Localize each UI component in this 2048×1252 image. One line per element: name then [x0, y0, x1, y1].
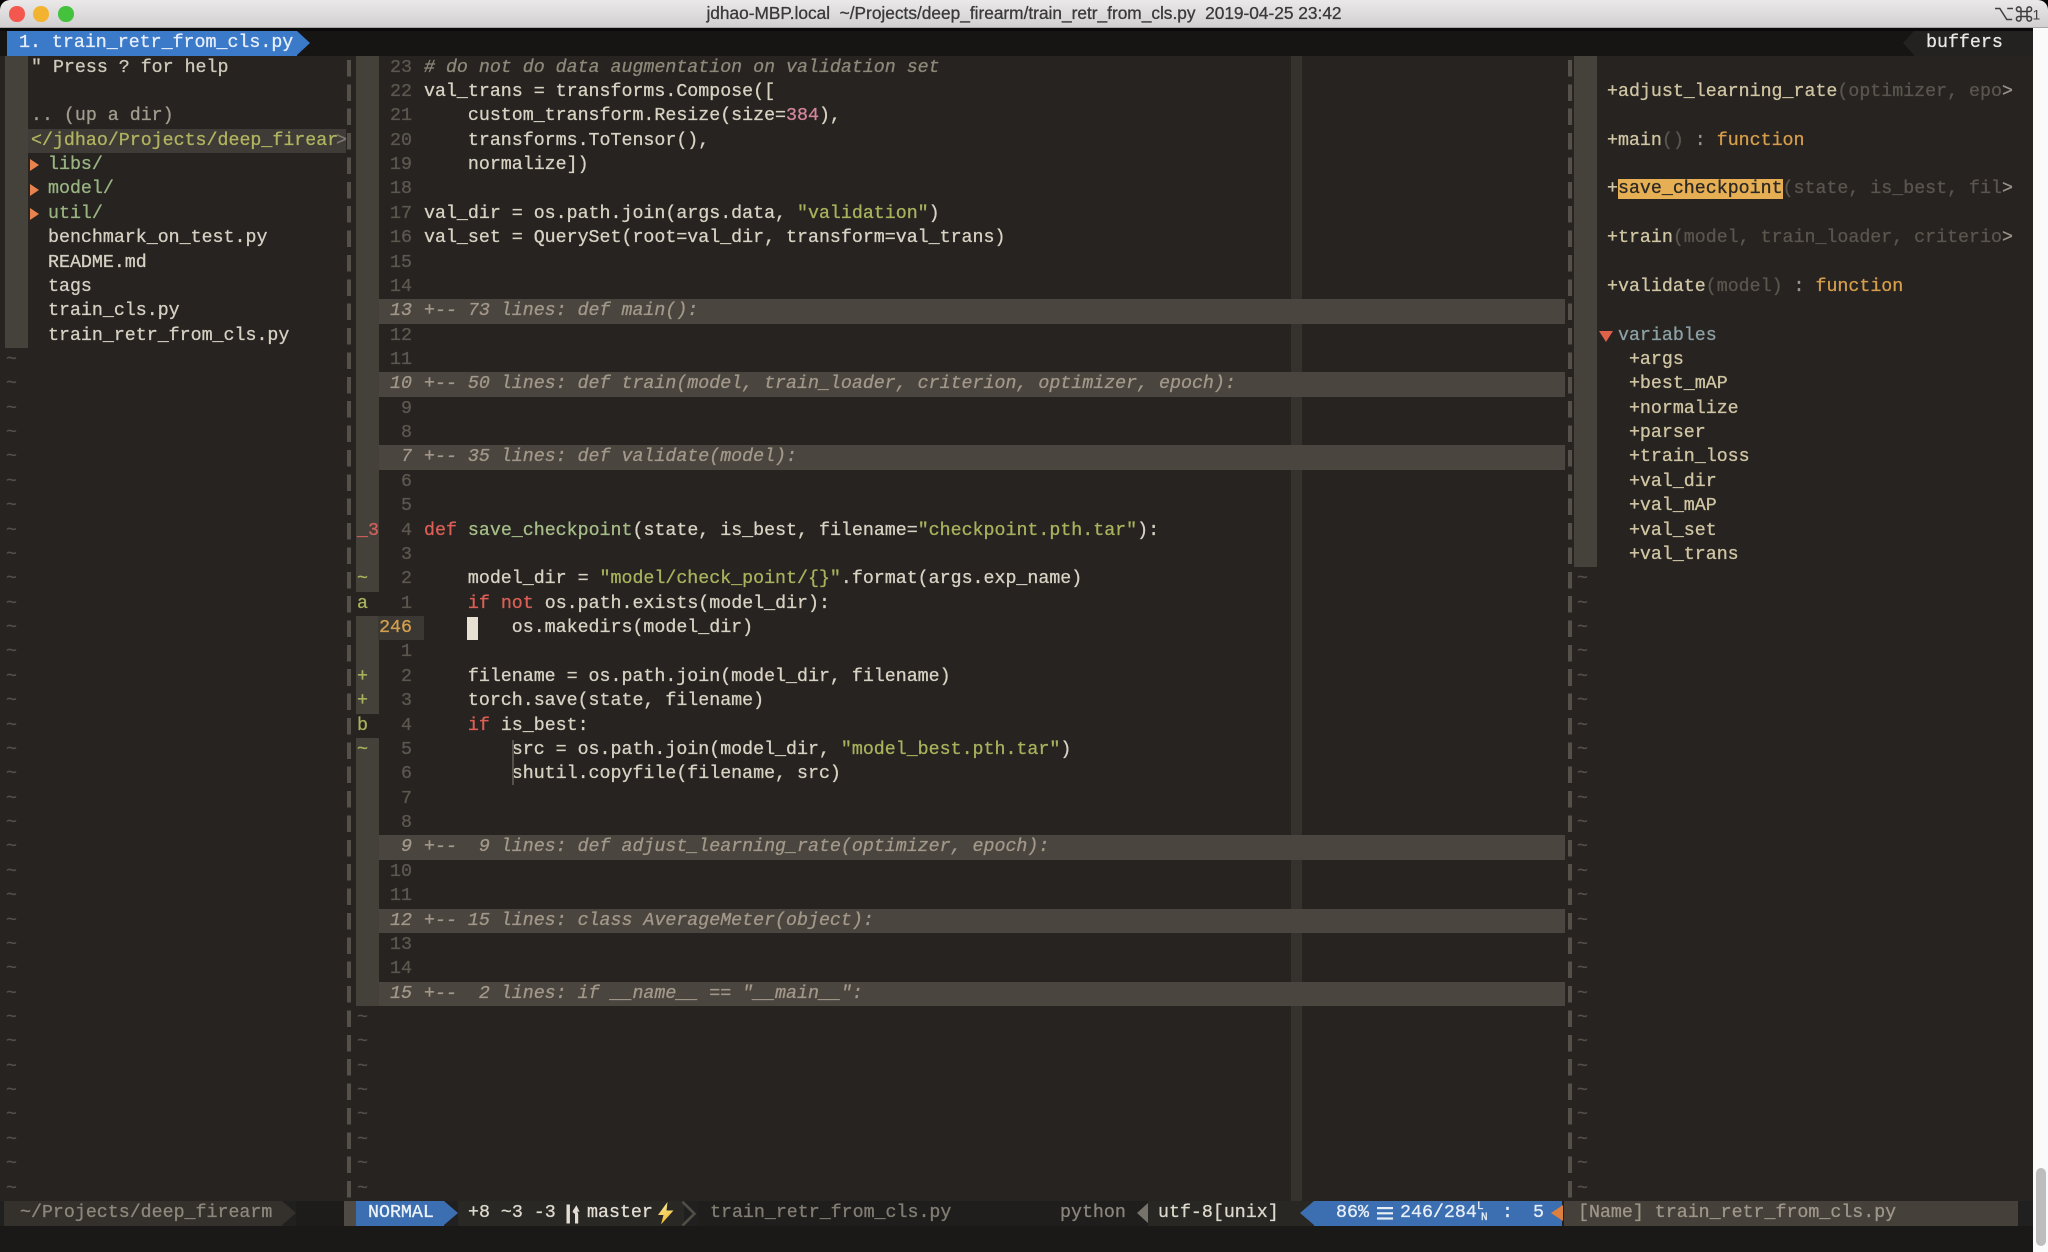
svg-text:1: 1: [2033, 7, 2041, 23]
